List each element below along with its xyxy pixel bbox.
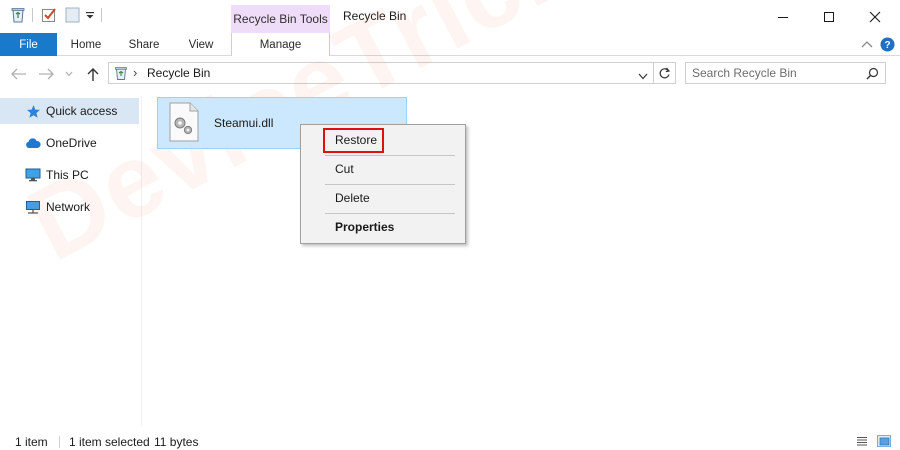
menu-item-cut[interactable]: Cut [303,158,463,180]
new-folder-icon[interactable] [64,6,82,24]
context-menu: Restore Cut Delete Properties [300,124,466,244]
tab-share[interactable]: Share [120,33,168,56]
address-dropdown-chevron-icon[interactable] [638,69,648,83]
search-box[interactable] [685,62,886,84]
file-explorer-window: Recycle Bin Tools Recycle Bin File Home … [0,0,900,450]
selection-size: 11 bytes [154,435,199,449]
item-count: 1 item [15,435,48,449]
svg-text:?: ? [884,40,890,51]
search-icon[interactable] [866,67,879,83]
star-icon [25,103,41,119]
sidebar-item-quick-access[interactable]: Quick access [0,98,139,124]
recent-locations-chevron-icon[interactable] [64,65,74,83]
breadcrumb-separator-icon[interactable]: › [133,65,137,80]
tab-view[interactable]: View [177,33,225,56]
refresh-icon[interactable] [654,62,676,84]
help-icon[interactable]: ? [879,36,895,52]
up-arrow-icon[interactable] [84,65,102,83]
restore-highlight-box [323,128,384,153]
customize-dropdown-icon[interactable] [84,6,96,24]
menu-separator [325,213,455,214]
toolbar-separator [32,8,33,22]
tab-home[interactable]: Home [62,33,110,56]
maximize-icon[interactable] [806,0,852,33]
menu-item-delete[interactable]: Delete [303,187,463,209]
back-arrow-icon[interactable] [10,65,28,83]
recycle-bin-icon[interactable] [9,6,27,24]
cloud-icon [25,135,41,151]
selection-count: 1 item selected [69,435,150,449]
close-icon[interactable] [852,0,898,33]
dll-gear-file-icon [168,102,200,142]
large-icons-view-icon[interactable] [877,435,891,447]
menu-separator [325,184,455,185]
status-separator [59,436,60,448]
details-view-icon[interactable] [855,435,869,447]
sidebar-item-label: Quick access [46,104,118,118]
toolbar-separator [101,8,102,22]
recycle-bin-icon [113,65,129,81]
menu-separator [325,155,455,156]
search-input[interactable] [692,65,862,81]
forward-arrow-icon[interactable] [37,65,55,83]
status-bar: 1 item 1 item selected 11 bytes [0,432,900,450]
menu-item-properties[interactable]: Properties [303,216,463,238]
tab-file[interactable]: File [0,33,57,56]
file-name: Steamui.dll [214,116,274,130]
expand-ribbon-chevron-icon[interactable] [859,36,875,52]
minimize-icon[interactable] [760,0,806,33]
properties-check-icon[interactable] [40,6,58,24]
